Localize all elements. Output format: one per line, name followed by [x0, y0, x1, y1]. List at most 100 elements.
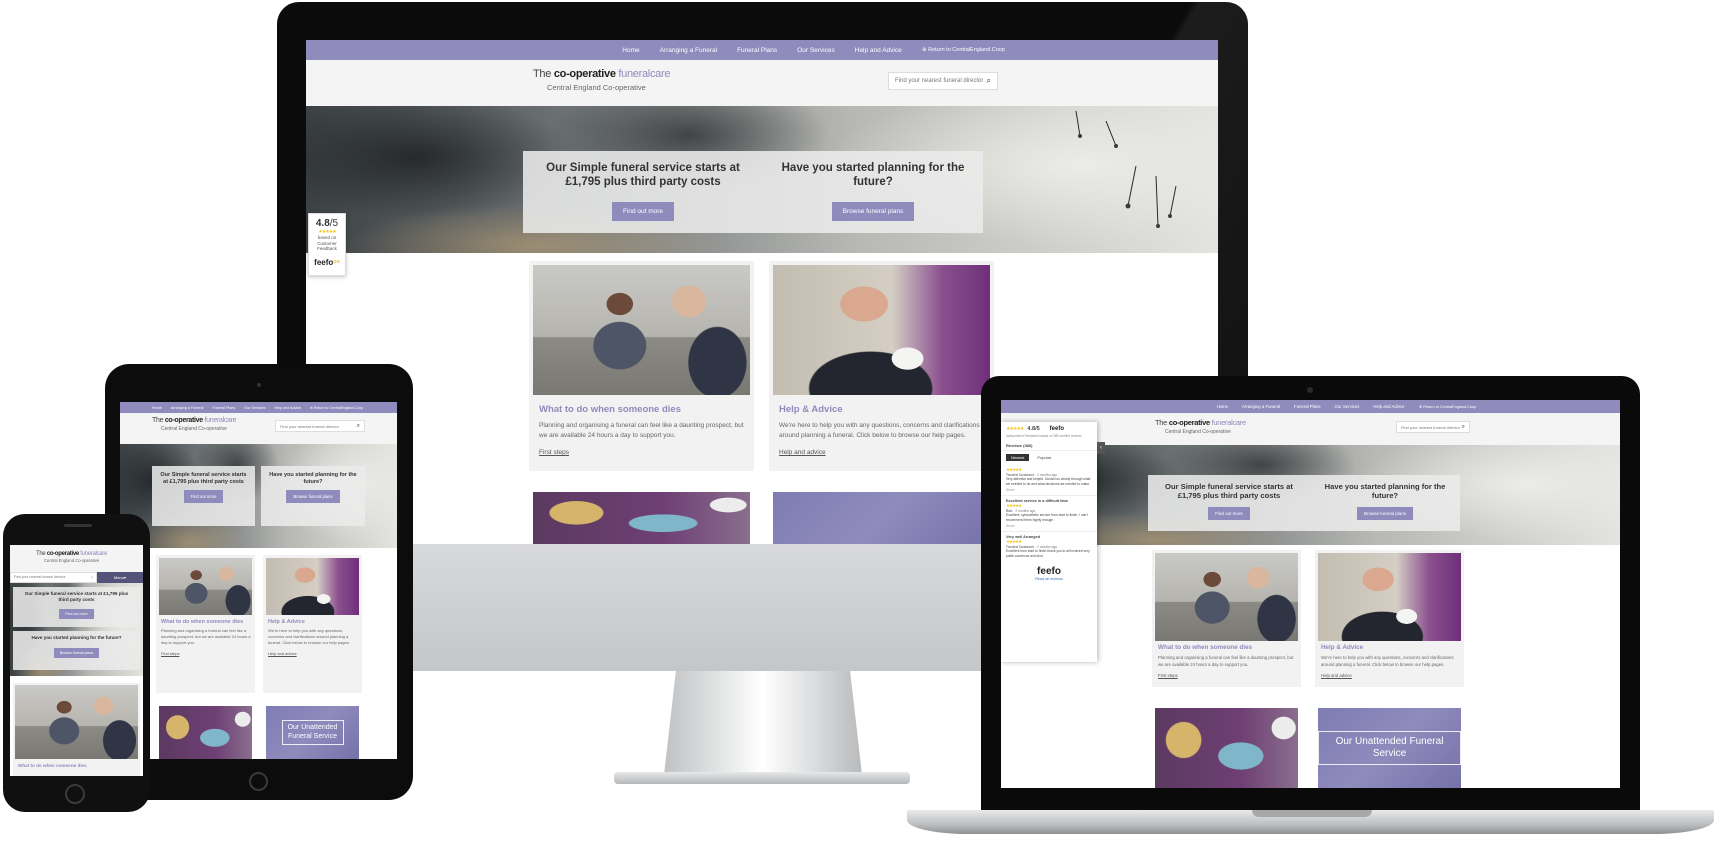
browse-funeral-plans-button[interactable]: Browse funeral plans: [53, 647, 100, 658]
nav-funeral-plans[interactable]: Funeral Plans: [737, 47, 777, 54]
nav-our-services[interactable]: Our Services: [244, 406, 265, 410]
panel-collapse-icon[interactable]: ‹: [1097, 442, 1105, 454]
logo-the: The: [152, 417, 164, 424]
search-input[interactable]: Find your nearest funeral director ⌕: [275, 420, 365, 432]
site-nav: Home Arranging a Funeral Funeral Plans O…: [1001, 400, 1620, 413]
hero-panel-simple: Our Simple funeral service starts at £1,…: [13, 587, 140, 627]
dandelion-seeds: [1075, 110, 1177, 228]
nav-home[interactable]: Home: [152, 406, 162, 410]
card-what-to-do[interactable]: What to do when someone dies Planning an…: [1152, 550, 1301, 687]
tablet-screen: Home Arranging a Funeral Funeral Plans O…: [120, 402, 397, 759]
card-help-advice[interactable]: Help & Advice We're here to help you wit…: [263, 555, 362, 693]
card-text: We're here to help you with any question…: [268, 628, 350, 646]
hero-banner: Our Simple funeral service starts at £1,…: [120, 444, 397, 548]
hero-panel-simple: Our Simple funeral service starts at £1,…: [523, 151, 763, 233]
tablet-home-button[interactable]: [249, 772, 268, 791]
nav-our-services[interactable]: Our Services: [797, 47, 835, 54]
find-out-more-button[interactable]: Find out more: [59, 609, 94, 619]
nav-funeral-plans[interactable]: Funeral Plans: [1294, 404, 1321, 409]
read-all-reviews-link[interactable]: Read all reviews: [1001, 577, 1097, 581]
logo-coop: co-operative: [46, 551, 79, 557]
help-and-advice-link[interactable]: Help and advice: [268, 651, 358, 656]
tab-popular[interactable]: Popular: [1037, 455, 1051, 460]
return-link[interactable]: ⊕ Return to CentralEngland.Coop: [310, 406, 363, 410]
card-title: What to do when someone dies: [539, 404, 681, 415]
search-placeholder: Find your nearest funeral director: [1401, 424, 1460, 430]
return-prefix: Return to: [313, 405, 329, 410]
mobile-toolbar: Find your nearest funeral director ⌕ Men…: [10, 572, 143, 583]
search-icon[interactable]: ⌕: [1462, 424, 1465, 431]
card-title: What to do when someone dies: [161, 619, 244, 625]
logo[interactable]: The co-operative funeralcare Central Eng…: [1155, 418, 1246, 435]
logo[interactable]: The co-operative funeralcare Central Eng…: [152, 417, 237, 432]
nav-arranging-a-funeral[interactable]: Arranging a Funeral: [171, 406, 204, 410]
feefo-logo: feefo: [1037, 565, 1061, 577]
hero-title-plans: Have you started planning for the future…: [781, 162, 965, 188]
card-help-advice[interactable]: Help & Advice We're here to help you wit…: [769, 261, 994, 471]
search-input[interactable]: Find your nearest funeral director ⌕: [888, 72, 998, 90]
hero-panel-plans: Have you started planning for the future…: [1310, 475, 1460, 531]
logo[interactable]: The co-operative funeralcare Central Eng…: [36, 551, 107, 563]
find-out-more-button[interactable]: Find out more: [183, 490, 224, 504]
card-image-unattended: [773, 492, 990, 544]
browse-funeral-plans-button[interactable]: Browse funeral plans: [831, 201, 915, 221]
return-link[interactable]: ⊕ Return to CentralEngland.Coop: [922, 47, 1005, 53]
card-image-phone-call: [159, 558, 252, 615]
search-icon[interactable]: ⌕: [357, 423, 360, 430]
nav-help-and-advice[interactable]: Help and Advice: [275, 406, 302, 410]
help-and-advice-link[interactable]: Help and advice: [779, 449, 984, 456]
search-icon[interactable]: ⌕: [987, 76, 991, 86]
first-steps-link[interactable]: First steps: [1158, 673, 1296, 678]
card-what-to-do[interactable]: What to do when someone dies Planning an…: [529, 261, 754, 471]
card-image-phone-call: [533, 265, 750, 395]
find-out-more-button[interactable]: Find out more: [1208, 507, 1250, 521]
logo[interactable]: The co-operative funeralcare Central Eng…: [533, 68, 670, 92]
feefo-review-panel[interactable]: ★★★★★ 4.8/5 feefo Independent Feedback b…: [1001, 422, 1105, 662]
return-link[interactable]: ⊕ Return to CentralEngland.Coop: [1419, 404, 1476, 409]
help-and-advice-link[interactable]: Help and advice: [1321, 673, 1459, 678]
card-image-coffee-man: [266, 558, 359, 615]
nav-our-services[interactable]: Our Services: [1335, 404, 1360, 409]
search-input[interactable]: Find your nearest funeral director ⌕: [10, 572, 97, 583]
card-title: Help & Advice: [779, 404, 843, 415]
site-nav: Home Arranging a Funeral Funeral Plans O…: [120, 402, 397, 413]
search-placeholder: Find your nearest funeral director: [895, 78, 984, 84]
nav-funeral-plans[interactable]: Funeral Plans: [212, 406, 235, 410]
feefo-logo: feefo: [1049, 426, 1064, 432]
review-item: ★★★★★ Trusted Customer · 2 months ago Ve…: [1001, 464, 1097, 497]
logo-subtitle: Central England Co-operative: [44, 558, 100, 563]
card-what-to-do[interactable]: What to do when someone dies Planning an…: [156, 555, 255, 693]
card-help-advice[interactable]: Help & Advice We're here to help you wit…: [1315, 550, 1464, 687]
menu-button[interactable]: Menu▾: [97, 572, 143, 583]
laptop-screen: Home Arranging a Funeral Funeral Plans O…: [1001, 400, 1620, 788]
search-input[interactable]: Find your nearest funeral director ⌕: [1396, 421, 1470, 433]
card-text: We're here to help you with any question…: [1321, 655, 1454, 667]
laptop-notch: [1252, 810, 1372, 817]
card-image-phone-call: [1155, 553, 1298, 641]
site-nav: Home Arranging a Funeral Funeral Plans O…: [306, 40, 1218, 60]
feefo-badge[interactable]: 4.8/5 ★★★★★ based on Customer Feedback f…: [308, 213, 346, 276]
card-what-to-do[interactable]: What to do when someone dies: [13, 683, 140, 776]
menu-label: Menu: [113, 575, 124, 580]
nav-arranging-a-funeral[interactable]: Arranging a Funeral: [660, 47, 717, 54]
feefo-reviews-count: Reviews (380): [1001, 438, 1097, 451]
chevron-down-icon: ▾: [124, 575, 127, 580]
nav-home[interactable]: Home: [622, 47, 639, 54]
first-steps-link[interactable]: First steps: [161, 651, 251, 656]
nav-arranging-a-funeral[interactable]: Arranging a Funeral: [1242, 404, 1280, 409]
browse-funeral-plans-button[interactable]: Browse funeral plans: [286, 490, 340, 504]
hero-banner: Our Simple funeral service starts at £1,…: [10, 583, 143, 676]
hero-title-plans: Have you started planning for the future…: [269, 472, 357, 485]
find-out-more-button[interactable]: Find out more: [611, 201, 675, 221]
feefo-logo: feefo: [314, 257, 334, 267]
browse-funeral-plans-button[interactable]: Browse funeral plans: [1356, 507, 1414, 521]
phone-home-button[interactable]: [65, 784, 85, 804]
tab-newest[interactable]: Newest: [1006, 454, 1030, 461]
nav-help-and-advice[interactable]: Help and Advice: [1373, 404, 1404, 409]
first-steps-link[interactable]: First steps: [539, 449, 744, 456]
tablet-camera: [257, 383, 261, 387]
unattended-label: Our Unattended Funeral Service: [1318, 731, 1461, 765]
nav-help-and-advice[interactable]: Help and Advice: [855, 47, 902, 54]
nav-home[interactable]: Home: [1217, 404, 1228, 409]
search-icon[interactable]: ⌕: [91, 575, 93, 580]
